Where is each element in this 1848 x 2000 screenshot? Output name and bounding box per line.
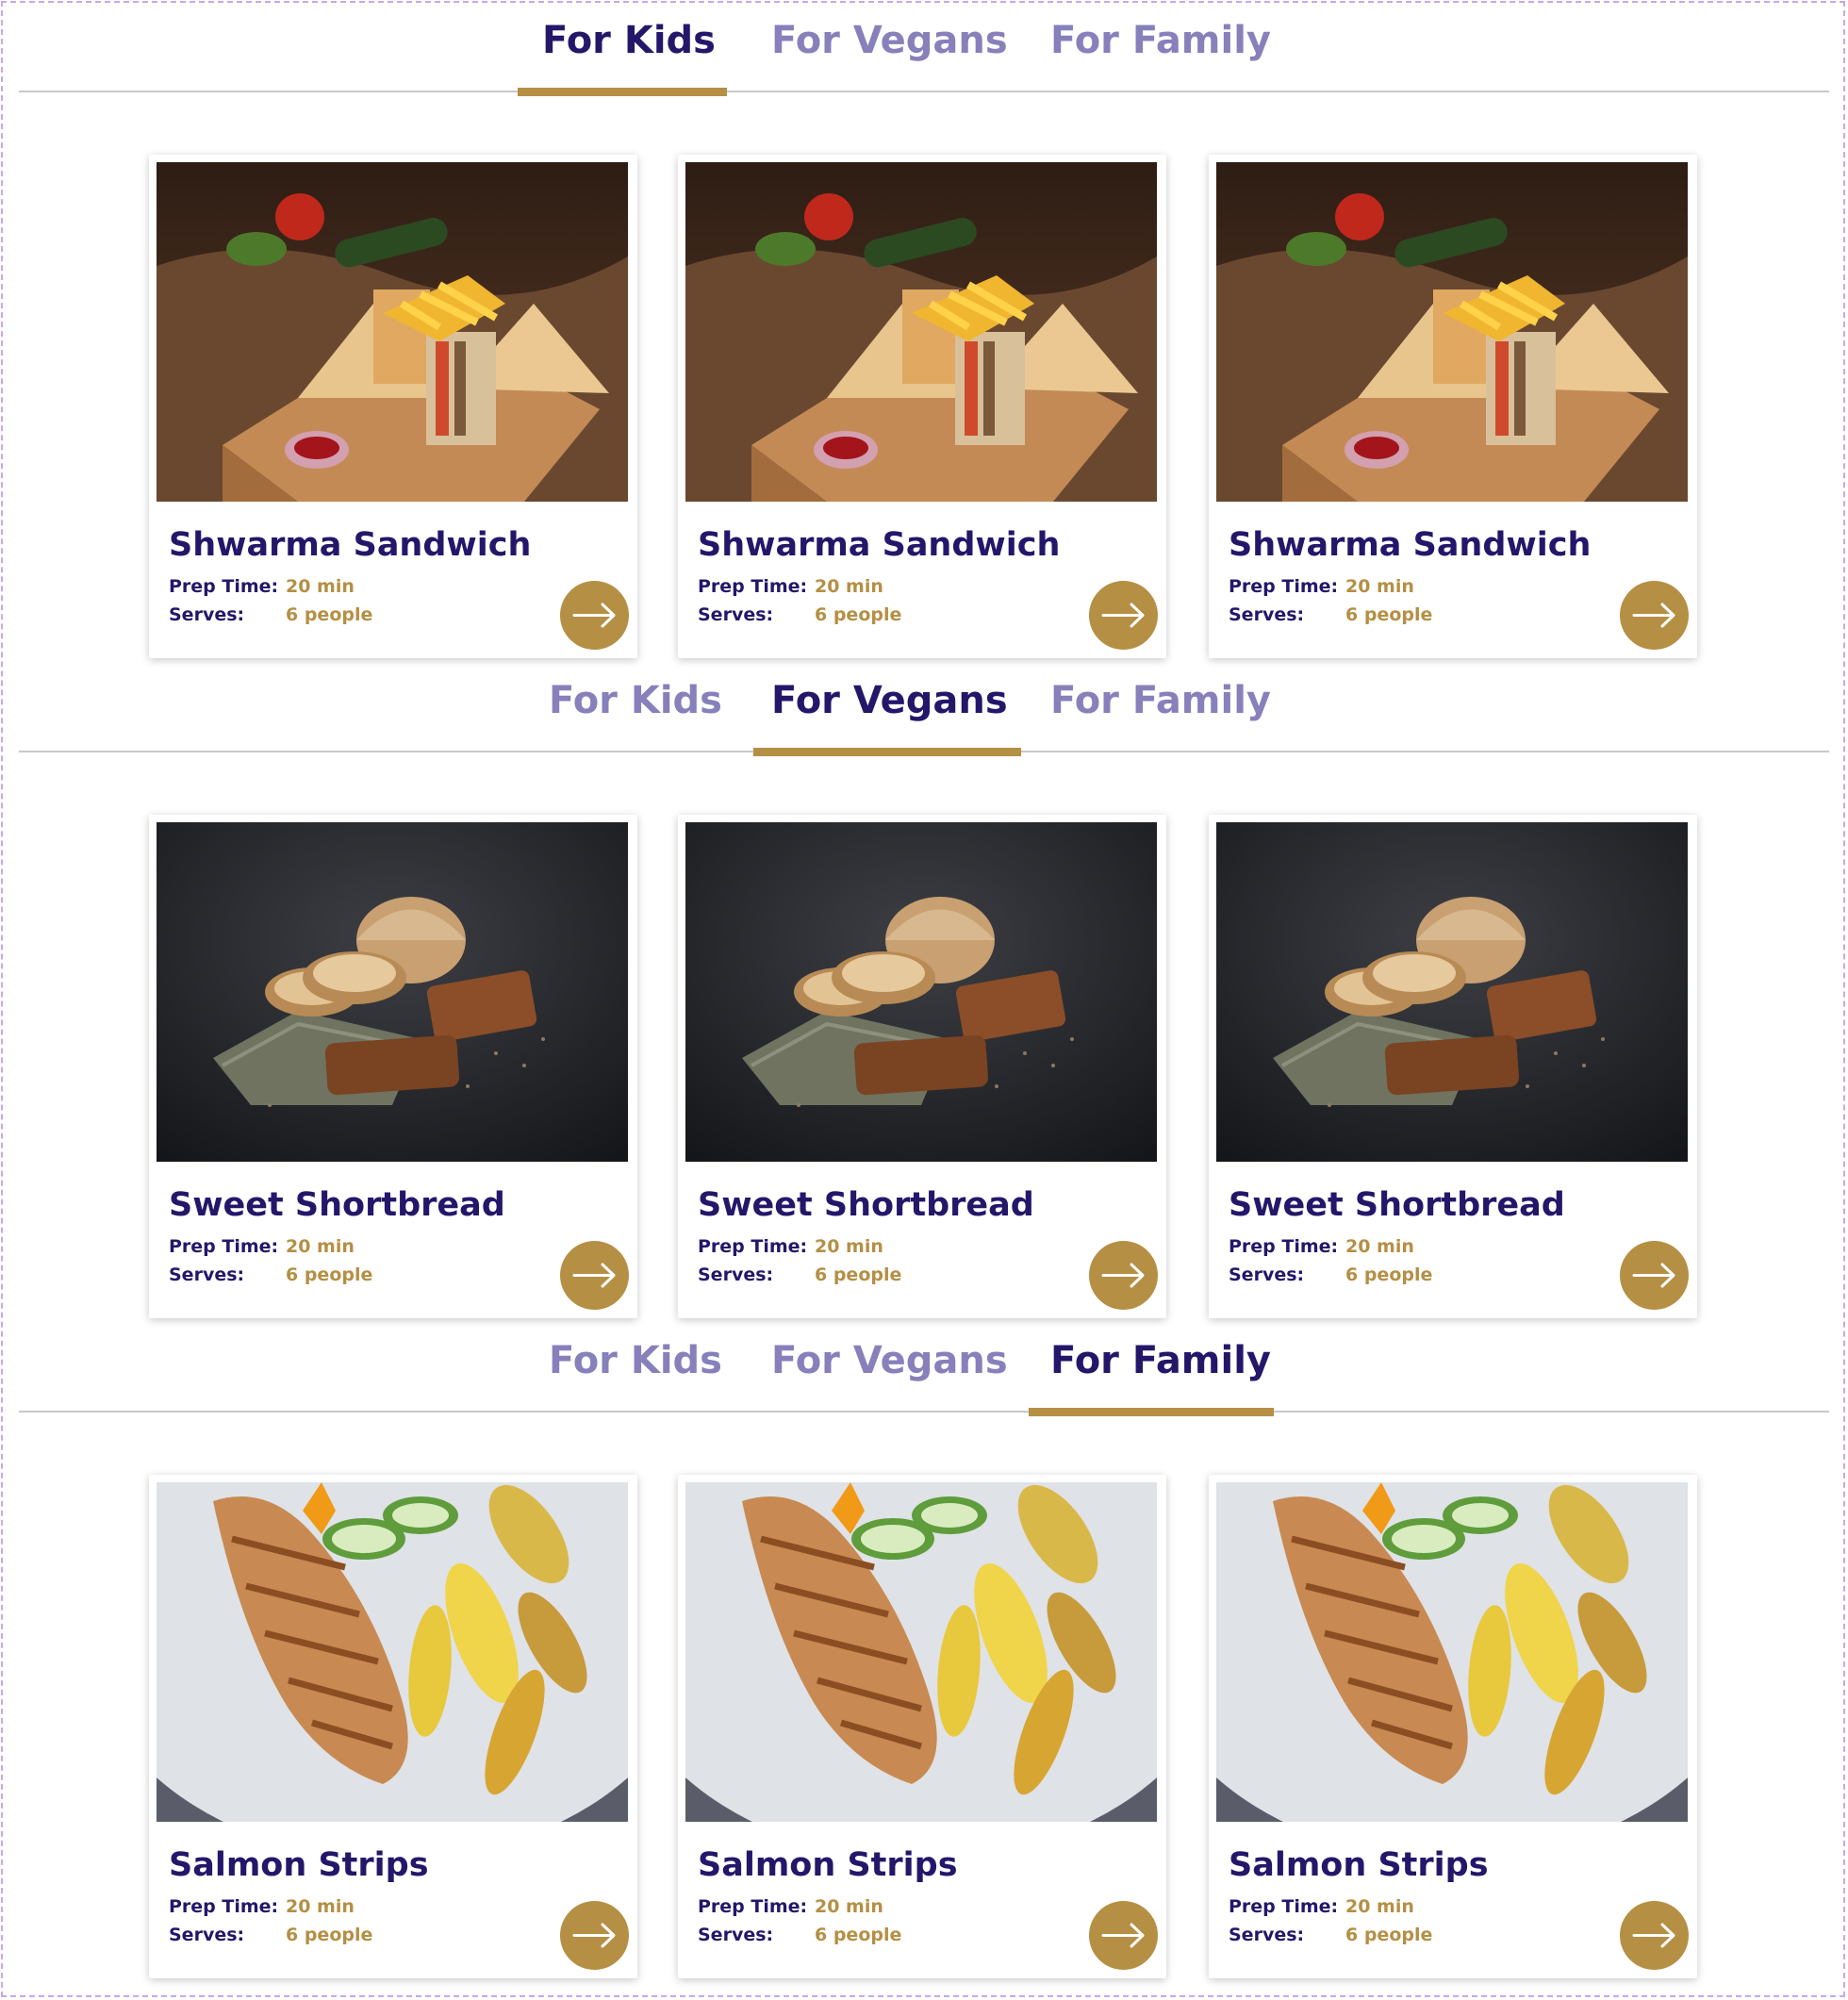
prep-time-value: 20 min [815, 576, 883, 597]
open-recipe-button[interactable] [1620, 1901, 1689, 1970]
serves-label: Serves: [169, 1925, 245, 1945]
prep-time-label: Prep Time: [169, 1236, 279, 1257]
serves-value: 6 people [815, 1264, 902, 1285]
serves-value: 6 people [286, 1264, 373, 1285]
open-recipe-button[interactable] [560, 1241, 629, 1310]
open-recipe-button[interactable] [560, 581, 629, 650]
recipe-title: Salmon Strips [698, 1846, 958, 1884]
tab-for-kids[interactable]: For Kids [542, 19, 716, 62]
prep-time-label: Prep Time: [698, 1896, 808, 1917]
open-recipe-button[interactable] [1089, 1901, 1158, 1970]
sandwich-photo [1216, 162, 1688, 502]
open-recipe-button[interactable] [1089, 581, 1158, 650]
serves-value: 6 people [815, 1925, 902, 1945]
grilled-plate-photo [685, 1482, 1157, 1822]
active-tab-indicator [1029, 1408, 1274, 1416]
serves-value: 6 people [1345, 1925, 1433, 1945]
grilled-plate-photo [1216, 1482, 1688, 1822]
arrow-right-icon [1632, 603, 1675, 628]
recipe-title: Shwarma Sandwich [698, 526, 1061, 564]
prep-time-value: 20 min [1345, 1236, 1414, 1257]
serves-value: 6 people [815, 604, 902, 625]
bread-photo [1216, 822, 1688, 1162]
active-tab-indicator [518, 88, 727, 96]
tab-for-family[interactable]: For Family [1050, 679, 1271, 722]
open-recipe-button[interactable] [1620, 581, 1689, 650]
serves-value: 6 people [286, 604, 373, 625]
sandwich-photo [685, 162, 1157, 502]
sandwich-photo [157, 162, 628, 502]
tab-for-family[interactable]: For Family [1050, 1339, 1271, 1382]
serves-label: Serves: [698, 1264, 774, 1285]
recipe-section-kids: For Kids For Vegans For Family Shwarma S… [0, 0, 1848, 660]
recipe-title: Sweet Shortbread [1229, 1186, 1565, 1224]
prep-time-value: 20 min [1345, 576, 1414, 597]
recipe-card[interactable]: Shwarma Sandwich Prep Time: 20 min Serve… [149, 155, 637, 658]
recipe-section-family: For Kids For Vegans For Family Salmon St… [0, 1320, 1848, 1980]
recipe-title: Shwarma Sandwich [169, 526, 532, 564]
recipe-card[interactable]: Salmon Strips Prep Time: 20 min Serves: … [1209, 1475, 1697, 1978]
prep-time-value: 20 min [286, 1236, 355, 1257]
serves-label: Serves: [1229, 1264, 1305, 1285]
category-tabs: For Kids For Vegans For Family [19, 660, 1829, 756]
prep-time-label: Prep Time: [1229, 1236, 1339, 1257]
prep-time-label: Prep Time: [698, 576, 808, 597]
prep-time-label: Prep Time: [169, 1896, 279, 1917]
recipe-card[interactable]: Shwarma Sandwich Prep Time: 20 min Serve… [678, 155, 1166, 658]
category-tabs: For Kids For Vegans For Family [19, 1320, 1829, 1416]
tab-for-family[interactable]: For Family [1050, 19, 1271, 62]
arrow-right-icon [572, 1263, 616, 1288]
prep-time-label: Prep Time: [1229, 1896, 1339, 1917]
grilled-plate-photo [157, 1482, 628, 1822]
arrow-right-icon [1101, 1263, 1145, 1288]
arrow-right-icon [1632, 1263, 1675, 1288]
prep-time-label: Prep Time: [169, 576, 279, 597]
serves-label: Serves: [1229, 1925, 1305, 1945]
tab-for-vegans[interactable]: For Vegans [771, 19, 1008, 62]
serves-value: 6 people [1345, 604, 1433, 625]
prep-time-label: Prep Time: [698, 1236, 808, 1257]
arrow-right-icon [1101, 603, 1145, 628]
serves-label: Serves: [1229, 604, 1305, 625]
prep-time-value: 20 min [286, 1896, 355, 1917]
serves-value: 6 people [286, 1925, 373, 1945]
recipe-title: Sweet Shortbread [698, 1186, 1034, 1224]
tab-for-kids[interactable]: For Kids [549, 1339, 722, 1382]
active-tab-indicator [753, 748, 1021, 756]
open-recipe-button[interactable] [560, 1901, 629, 1970]
recipe-title: Shwarma Sandwich [1229, 526, 1592, 564]
serves-label: Serves: [169, 604, 245, 625]
arrow-right-icon [1632, 1923, 1675, 1948]
arrow-right-icon [1101, 1923, 1145, 1948]
recipe-title: Salmon Strips [169, 1846, 429, 1884]
tab-for-vegans[interactable]: For Vegans [771, 1339, 1008, 1382]
recipe-card[interactable]: Sweet Shortbread Prep Time: 20 min Serve… [678, 815, 1166, 1318]
tab-for-kids[interactable]: For Kids [549, 679, 722, 722]
prep-time-value: 20 min [286, 576, 355, 597]
recipe-section-vegans: For Kids For Vegans For Family Sweet Sho… [0, 660, 1848, 1320]
arrow-right-icon [572, 603, 616, 628]
recipe-card[interactable]: Sweet Shortbread Prep Time: 20 min Serve… [149, 815, 637, 1318]
serves-label: Serves: [169, 1264, 245, 1285]
tab-for-vegans[interactable]: For Vegans [771, 679, 1008, 722]
recipe-card[interactable]: Sweet Shortbread Prep Time: 20 min Serve… [1209, 815, 1697, 1318]
recipe-title: Salmon Strips [1229, 1846, 1489, 1884]
category-tabs: For Kids For Vegans For Family [19, 0, 1829, 96]
bread-photo [157, 822, 628, 1162]
recipe-card[interactable]: Shwarma Sandwich Prep Time: 20 min Serve… [1209, 155, 1697, 658]
open-recipe-button[interactable] [1620, 1241, 1689, 1310]
recipe-card[interactable]: Salmon Strips Prep Time: 20 min Serves: … [149, 1475, 637, 1978]
prep-time-value: 20 min [815, 1896, 883, 1917]
serves-label: Serves: [698, 1925, 774, 1945]
open-recipe-button[interactable] [1089, 1241, 1158, 1310]
serves-label: Serves: [698, 604, 774, 625]
arrow-right-icon [572, 1923, 616, 1948]
prep-time-value: 20 min [815, 1236, 883, 1257]
prep-time-label: Prep Time: [1229, 576, 1339, 597]
recipe-card[interactable]: Salmon Strips Prep Time: 20 min Serves: … [678, 1475, 1166, 1978]
serves-value: 6 people [1345, 1264, 1433, 1285]
bread-photo [685, 822, 1157, 1162]
recipe-title: Sweet Shortbread [169, 1186, 505, 1224]
prep-time-value: 20 min [1345, 1896, 1414, 1917]
